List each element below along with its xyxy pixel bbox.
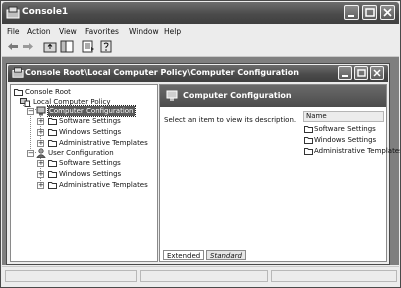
console-icon <box>12 67 24 78</box>
details-header: Computer Configuration <box>160 85 386 107</box>
status-cell-2 <box>140 270 268 282</box>
status-cell-3 <box>271 270 397 282</box>
tree-icon[interactable] <box>60 40 74 53</box>
collapse-icon[interactable]: − <box>27 150 34 157</box>
expand-icon[interactable]: + <box>37 118 44 125</box>
folder-icon <box>48 129 57 136</box>
expand-icon[interactable]: + <box>37 140 44 147</box>
child-title-bar[interactable]: Console Root\Local Computer Policy\Compu… <box>8 65 388 82</box>
toolbar <box>2 38 399 57</box>
collapse-icon[interactable]: − <box>27 108 34 115</box>
menu-action[interactable]: Action <box>27 27 51 36</box>
export-list-icon[interactable] <box>81 40 95 53</box>
console-child-window: Console Root\Local Computer Policy\Compu… <box>6 63 400 265</box>
menu-file[interactable]: File <box>7 27 20 36</box>
details-description: Select an item to view its description. <box>164 116 297 124</box>
maximize-button[interactable] <box>362 5 377 20</box>
computer-icon <box>36 106 46 116</box>
child-close-button[interactable] <box>370 66 384 80</box>
menu-view[interactable]: View <box>59 27 77 36</box>
status-bar <box>2 266 399 286</box>
folder-icon <box>304 148 313 155</box>
computer-icon <box>166 90 178 101</box>
console-window: Console1 File Action View Favorites Wind… <box>0 0 401 288</box>
folder-icon <box>48 118 57 125</box>
folder-icon <box>304 126 313 133</box>
child-maximize-button[interactable] <box>354 66 368 80</box>
tab-extended[interactable]: Extended <box>163 250 205 260</box>
menu-window[interactable]: Window <box>129 27 159 36</box>
child-window-title: Console Root\Local Computer Policy\Compu… <box>25 68 299 77</box>
close-button[interactable] <box>380 5 395 20</box>
expand-icon[interactable]: + <box>37 171 44 178</box>
folder-icon <box>14 89 23 96</box>
computer-policy-icon <box>20 98 30 107</box>
maximize-icon <box>357 69 366 77</box>
minimize-icon <box>342 75 348 77</box>
mdi-area: Console Root\Local Computer Policy\Compu… <box>2 57 400 265</box>
selected-node-label: Computer Configuration <box>47 105 136 117</box>
close-icon <box>373 69 381 77</box>
folder-icon <box>48 171 57 178</box>
up-folder-icon[interactable] <box>43 40 57 53</box>
maximize-icon <box>365 8 375 17</box>
back-arrow-icon[interactable] <box>6 40 20 53</box>
expand-icon[interactable]: + <box>37 129 44 136</box>
forward-arrow-icon[interactable] <box>21 40 35 53</box>
details-title: Computer Configuration <box>183 91 292 100</box>
tab-standard[interactable]: Standard <box>206 250 246 260</box>
menu-bar: File Action View Favorites Window Help <box>2 25 399 38</box>
minimize-button[interactable] <box>344 5 359 20</box>
details-pane: Computer Configuration Select an item to… <box>159 84 400 262</box>
folder-icon <box>48 160 57 167</box>
close-icon <box>383 8 392 17</box>
user-icon <box>36 148 46 158</box>
column-header-name[interactable]: Name <box>303 111 384 122</box>
minimize-icon <box>348 15 354 17</box>
window-title: Console1 <box>22 7 69 17</box>
menu-help[interactable]: Help <box>164 27 181 36</box>
folder-icon <box>48 140 57 147</box>
status-cell-1 <box>5 270 137 282</box>
expand-icon[interactable]: + <box>37 160 44 167</box>
window-title-bar[interactable]: Console1 <box>2 2 399 24</box>
expand-icon[interactable]: + <box>37 182 44 189</box>
console-icon <box>6 6 20 19</box>
console-tree-pane[interactable]: Console Root Local Computer Policy − Com… <box>10 84 158 262</box>
child-minimize-button[interactable] <box>338 66 352 80</box>
folder-icon <box>48 182 57 189</box>
menu-favorites[interactable]: Favorites <box>85 27 119 36</box>
help-icon[interactable] <box>99 40 113 53</box>
folder-icon <box>304 137 313 144</box>
